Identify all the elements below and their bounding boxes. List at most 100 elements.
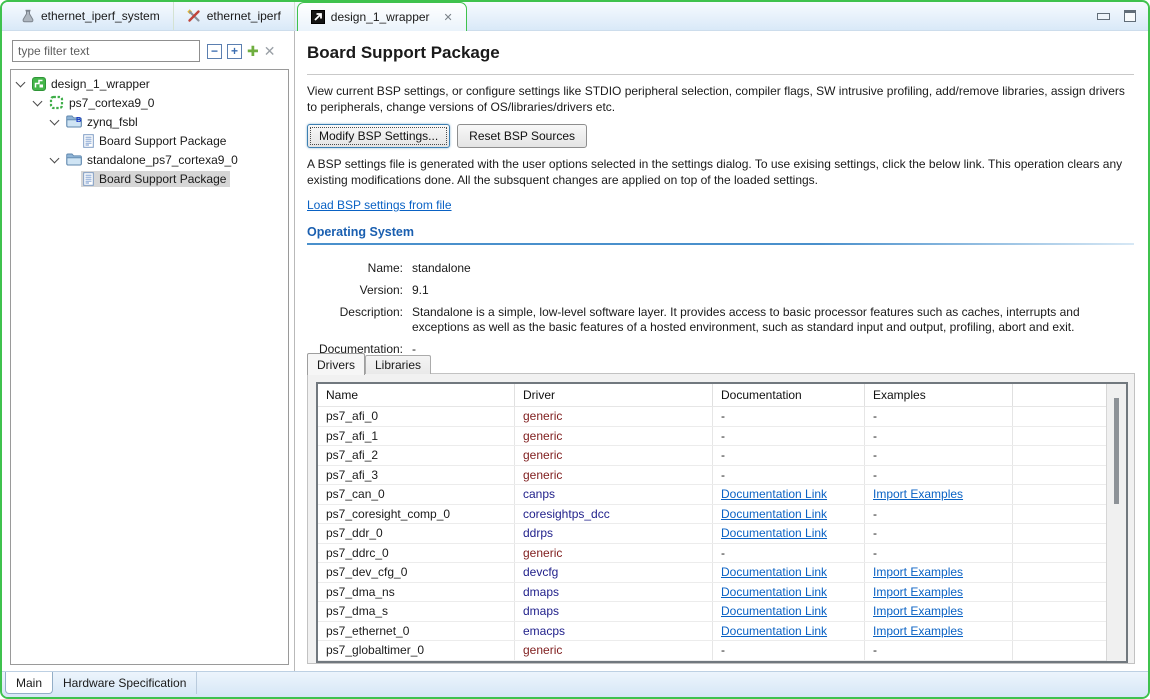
tree-item-content: standalone_ps7_cortexa9_0 [64, 152, 242, 168]
column-header-documentation[interactable]: Documentation [713, 384, 865, 406]
cell-name: ps7_ddrc_0 [318, 544, 515, 563]
import-examples-link[interactable]: Import Examples [873, 585, 963, 599]
table-row[interactable]: ps7_afi_1generic-- [318, 427, 1126, 447]
column-header-empty[interactable] [1013, 384, 1106, 406]
table-row[interactable]: ps7_dev_cfg_0devcfgDocumentation LinkImp… [318, 563, 1126, 583]
import-examples-link[interactable]: Import Examples [873, 487, 963, 501]
expand-all-icon[interactable]: + [227, 44, 242, 59]
column-header-examples[interactable]: Examples [865, 384, 1013, 406]
cell-examples: - [865, 446, 1013, 465]
cell-examples: Import Examples [865, 583, 1013, 602]
import-examples-link[interactable]: Import Examples [873, 624, 963, 638]
app-module-icon [311, 10, 325, 24]
field-label: Name: [307, 261, 403, 276]
cell-empty [1013, 583, 1106, 602]
tab-design-1-wrapper[interactable]: design_1_wrapper ✕ [297, 2, 467, 31]
cell-driver: generic [515, 544, 713, 563]
reset-bsp-sources-button[interactable]: Reset BSP Sources [457, 124, 587, 148]
processor-icon [49, 95, 64, 110]
chevron-down-icon[interactable] [49, 154, 61, 166]
cell-name: ps7_afi_3 [318, 466, 515, 485]
driver-name: emacps [523, 624, 565, 638]
cell-examples: - [865, 466, 1013, 485]
chevron-down-icon[interactable] [15, 78, 27, 90]
chevron-down-icon[interactable] [32, 97, 44, 109]
table-row[interactable]: ps7_afi_0generic-- [318, 407, 1126, 427]
table-row[interactable]: ps7_afi_3generic-- [318, 466, 1126, 486]
table-row[interactable]: ps7_dma_nsdmapsDocumentation LinkImport … [318, 583, 1126, 603]
bsp-settings-note: A BSP settings file is generated with th… [307, 157, 1134, 188]
documentation-link[interactable]: Documentation Link [721, 624, 827, 638]
modify-bsp-settings-button[interactable]: Modify BSP Settings... [307, 124, 450, 148]
table-row[interactable]: ps7_ddr_0ddrpsDocumentation Link- [318, 524, 1126, 544]
cell-examples: - [865, 505, 1013, 524]
table-row[interactable]: ps7_globaltimer_0generic-- [318, 641, 1126, 661]
tree-item-label: design_1_wrapper [51, 77, 150, 91]
cell-examples: - [865, 524, 1013, 543]
table-row[interactable]: ps7_dma_sdmapsDocumentation LinkImport E… [318, 602, 1126, 622]
tree-item[interactable]: Bzynq_fsbl [11, 112, 288, 131]
tab-hardware-specification[interactable]: Hardware Specification [53, 672, 197, 694]
tree-item[interactable]: design_1_wrapper [11, 74, 288, 93]
chevron-down-icon[interactable] [49, 116, 61, 128]
tree-item[interactable]: Board Support Package [11, 131, 288, 150]
tab-libraries[interactable]: Libraries [365, 355, 431, 374]
import-examples-link[interactable]: Import Examples [873, 604, 963, 618]
os-field-version: Version: 9.1 [307, 283, 1134, 298]
cell-examples: - [865, 544, 1013, 563]
svg-text:B: B [76, 115, 82, 124]
drivers-table-body: ps7_afi_0generic--ps7_afi_1generic--ps7_… [318, 407, 1126, 661]
documentation-link[interactable]: Documentation Link [721, 565, 827, 579]
documentation-link[interactable]: Documentation Link [721, 585, 827, 599]
driver-name: generic [523, 429, 562, 443]
field-value: 9.1 [412, 283, 1132, 298]
cell-name: ps7_dma_ns [318, 583, 515, 602]
cell-examples: Import Examples [865, 622, 1013, 641]
collapse-all-icon[interactable]: − [207, 44, 222, 59]
table-row[interactable]: ps7_can_0canpsDocumentation LinkImport E… [318, 485, 1126, 505]
tab-main[interactable]: Main [5, 672, 53, 694]
cell-driver: generic [515, 407, 713, 426]
tree-item[interactable]: standalone_ps7_cortexa9_0 [11, 150, 288, 169]
os-fields: Name: standalone Version: 9.1 Descriptio… [307, 261, 1134, 357]
table-row[interactable]: ps7_ddrc_0generic-- [318, 544, 1126, 564]
tree-item[interactable]: Board Support Package [11, 169, 288, 188]
cell-name: ps7_can_0 [318, 485, 515, 504]
cell-documentation: - [713, 427, 865, 446]
table-row[interactable]: ps7_afi_2generic-- [318, 446, 1126, 466]
cell-empty [1013, 641, 1106, 660]
clear-icon[interactable]: ✕ [264, 44, 276, 59]
table-row[interactable]: ps7_coresight_comp_0coresightps_dccDocum… [318, 505, 1126, 525]
table-scrollbar[interactable] [1106, 384, 1126, 661]
driver-name: generic [523, 643, 562, 657]
cell-name: ps7_afi_2 [318, 446, 515, 465]
filter-input[interactable] [12, 40, 200, 62]
project-sidebar: − + ✚ ✕ design_1_wrapper ps7_cortexa9_0Bz… [2, 31, 295, 671]
close-icon[interactable]: ✕ [444, 11, 453, 24]
os-field-description: Description: Standalone is a simple, low… [307, 305, 1134, 335]
documentation-link[interactable]: Documentation Link [721, 604, 827, 618]
cell-empty [1013, 446, 1106, 465]
maximize-icon[interactable] [1124, 10, 1136, 22]
add-icon[interactable]: ✚ [247, 44, 259, 59]
tree-item[interactable]: ps7_cortexa9_0 [11, 93, 288, 112]
cell-examples: Import Examples [865, 485, 1013, 504]
minimize-icon[interactable] [1097, 13, 1110, 20]
editor-tab-bar: ethernet_iperf_system ethernet_iperf des… [2, 2, 1148, 31]
documentation-link[interactable]: Documentation Link [721, 487, 827, 501]
import-examples-link[interactable]: Import Examples [873, 565, 963, 579]
column-header-driver[interactable]: Driver [515, 384, 713, 406]
tree-item-content: design_1_wrapper [30, 76, 154, 92]
tab-drivers[interactable]: Drivers [307, 353, 365, 375]
load-bsp-settings-link[interactable]: Load BSP settings from file [307, 198, 452, 212]
table-row[interactable]: ps7_ethernet_0emacpsDocumentation LinkIm… [318, 622, 1126, 642]
app-window: ethernet_iperf_system ethernet_iperf des… [0, 0, 1150, 699]
documentation-link[interactable]: Documentation Link [721, 507, 827, 521]
driver-name: generic [523, 546, 562, 560]
tab-ethernet-iperf-system[interactable]: ethernet_iperf_system [8, 2, 174, 30]
tab-ethernet-iperf[interactable]: ethernet_iperf [174, 2, 295, 30]
scrollbar-thumb[interactable] [1114, 398, 1119, 504]
documentation-link[interactable]: Documentation Link [721, 526, 827, 540]
cell-name: ps7_afi_1 [318, 427, 515, 446]
column-header-name[interactable]: Name [318, 384, 515, 406]
